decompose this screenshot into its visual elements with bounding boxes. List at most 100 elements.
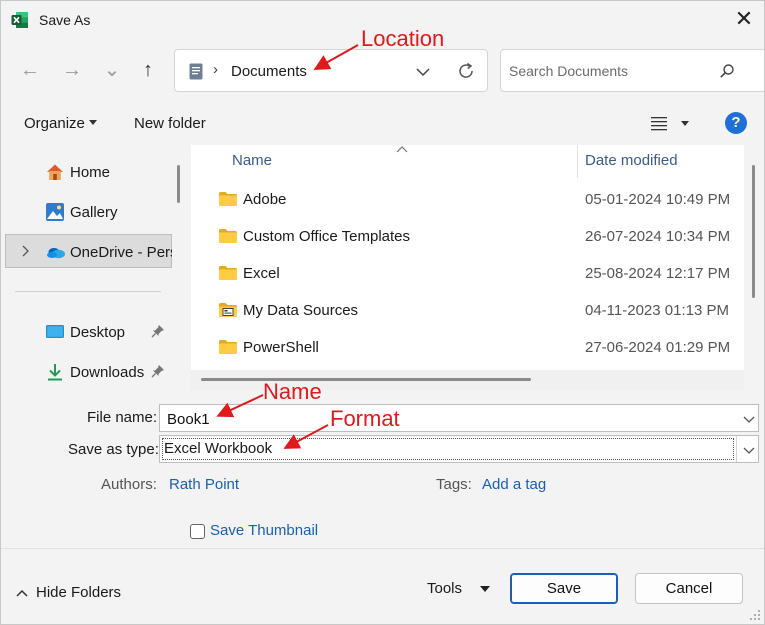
folder-icon xyxy=(219,192,237,206)
sidebar-item-desktop[interactable]: Desktop xyxy=(1,315,172,349)
save-as-type-value: Excel Workbook xyxy=(164,440,273,457)
file-list: Name Date modified Adobe 05-01-2024 10:4… xyxy=(191,145,744,390)
new-folder-button[interactable]: New folder xyxy=(134,115,206,132)
recent-locations-button[interactable]: ⌄ xyxy=(99,57,125,83)
folder-icon xyxy=(219,266,237,280)
tools-button[interactable]: Tools xyxy=(427,580,462,597)
breadcrumb-documents[interactable]: Documents xyxy=(231,63,307,80)
table-row[interactable]: Excel 25-08-2024 12:17 PM xyxy=(191,255,744,292)
horizontal-scrollbar-thumb[interactable] xyxy=(201,378,531,381)
file-name-field[interactable] xyxy=(159,404,759,432)
file-date: 26-07-2024 10:34 PM xyxy=(585,228,731,245)
up-arrow-icon: ↑ xyxy=(143,59,153,81)
chevron-right-icon[interactable] xyxy=(20,245,30,257)
table-row[interactable]: PowerShell 27-06-2024 01:29 PM xyxy=(191,329,744,366)
column-header-date-modified[interactable]: Date modified xyxy=(585,152,678,169)
search-box[interactable] xyxy=(500,49,764,92)
file-date: 04-11-2023 01:13 PM xyxy=(585,302,729,319)
chevron-down-icon[interactable] xyxy=(742,443,756,457)
navigation-pane: Home Gallery OneDrive - Pers Desktop Dow… xyxy=(1,145,172,391)
annotation-format: Format xyxy=(330,406,400,431)
refresh-icon[interactable] xyxy=(455,60,477,82)
folder-icon xyxy=(219,340,237,354)
file-name: PowerShell xyxy=(243,339,319,356)
table-row[interactable]: Adobe 05-01-2024 10:49 PM xyxy=(191,181,744,218)
cancel-button[interactable]: Cancel xyxy=(635,573,743,604)
back-arrow-icon: ← xyxy=(20,59,40,81)
select-divider xyxy=(736,436,737,462)
resize-grip-icon[interactable] xyxy=(749,609,761,621)
annotation-name: Name xyxy=(263,379,322,404)
search-icon xyxy=(720,64,734,78)
save-button[interactable]: Save xyxy=(510,573,618,604)
caret-down-icon xyxy=(89,120,97,125)
save-as-type-select[interactable]: Excel Workbook xyxy=(159,435,759,463)
onedrive-icon xyxy=(47,248,65,259)
pin-icon[interactable] xyxy=(151,324,165,338)
help-icon[interactable]: ? xyxy=(725,112,747,134)
column-divider[interactable] xyxy=(577,145,578,178)
annotation-location: Location xyxy=(361,26,445,51)
forward-button[interactable]: → xyxy=(59,57,85,83)
sidebar-item-label: OneDrive - Pers xyxy=(70,244,172,261)
back-button[interactable]: ← xyxy=(17,57,43,83)
home-icon xyxy=(47,164,63,180)
navigation-pane-scrollbar[interactable] xyxy=(177,165,180,203)
caret-down-icon[interactable] xyxy=(480,586,490,592)
table-row[interactable]: Custom Office Templates 26-07-2024 10:34… xyxy=(191,218,744,255)
sidebar-item-label: Downloads xyxy=(70,364,145,381)
file-name: My Data Sources xyxy=(243,302,359,319)
sidebar-item-gallery[interactable]: Gallery xyxy=(1,195,172,229)
organize-button[interactable]: Organize xyxy=(24,115,85,132)
sidebar-item-label: Gallery xyxy=(70,204,118,221)
caret-down-icon[interactable] xyxy=(681,121,689,126)
save-thumbnail-checkbox[interactable] xyxy=(190,524,205,539)
up-button[interactable]: ↑ xyxy=(135,57,161,83)
forward-arrow-icon: → xyxy=(62,59,82,81)
sidebar-item-home[interactable]: Home xyxy=(1,155,172,189)
search-input[interactable] xyxy=(509,60,709,82)
vertical-scrollbar-thumb[interactable] xyxy=(752,165,755,298)
breadcrumb-separator: › xyxy=(213,61,218,78)
documents-icon xyxy=(189,63,203,80)
command-bar: Organize New folder ? xyxy=(1,101,764,145)
authors-value[interactable]: Rath Point xyxy=(169,476,239,493)
view-options-icon[interactable] xyxy=(650,115,668,131)
sidebar-item-onedrive[interactable]: OneDrive - Pers xyxy=(5,234,172,268)
chevron-down-icon[interactable] xyxy=(742,412,756,426)
file-date: 27-06-2024 01:29 PM xyxy=(585,339,731,356)
save-thumbnail-label[interactable]: Save Thumbnail xyxy=(210,522,318,539)
window-title: Save As xyxy=(39,12,91,28)
close-button[interactable]: ✕ xyxy=(730,7,758,33)
chevron-up-icon[interactable] xyxy=(16,589,28,597)
file-date: 05-01-2024 10:49 PM xyxy=(585,191,731,208)
sidebar-item-label: Home xyxy=(70,164,111,181)
address-bar[interactable]: › Documents xyxy=(174,49,488,92)
tags-label: Tags: xyxy=(436,476,472,493)
file-name-input[interactable] xyxy=(167,409,717,429)
folder-icon xyxy=(219,229,237,243)
sort-ascending-icon xyxy=(396,146,408,153)
data-sources-folder-icon xyxy=(219,303,237,317)
save-as-dialog: Save As ✕ ← → ⌄ ↑ › Documents Search Doc… xyxy=(0,0,765,625)
save-as-type-label: Save as type: xyxy=(68,441,159,458)
authors-label: Authors: xyxy=(101,476,157,493)
desktop-icon xyxy=(46,325,64,338)
downloads-icon xyxy=(48,364,62,381)
sidebar-item-label: Desktop xyxy=(70,324,126,341)
hide-folders-button[interactable]: Hide Folders xyxy=(36,584,121,601)
file-name: Excel xyxy=(243,265,280,282)
sidebar-item-downloads[interactable]: Downloads xyxy=(1,355,172,389)
excel-icon xyxy=(11,12,28,28)
pin-icon[interactable] xyxy=(151,364,165,378)
chevron-down-icon[interactable] xyxy=(413,62,433,82)
table-row[interactable]: My Data Sources 04-11-2023 01:13 PM xyxy=(191,292,744,329)
file-date: 25-08-2024 12:17 PM xyxy=(585,265,731,282)
chevron-down-icon: ⌄ xyxy=(103,59,121,81)
file-name: Custom Office Templates xyxy=(243,228,411,245)
gallery-icon xyxy=(46,203,64,221)
add-tag-link[interactable]: Add a tag xyxy=(482,476,546,493)
column-header-name[interactable]: Name xyxy=(232,152,272,169)
file-name-label: File name: xyxy=(87,409,158,426)
dialog-footer: Hide Folders Tools Save Cancel xyxy=(1,548,764,624)
